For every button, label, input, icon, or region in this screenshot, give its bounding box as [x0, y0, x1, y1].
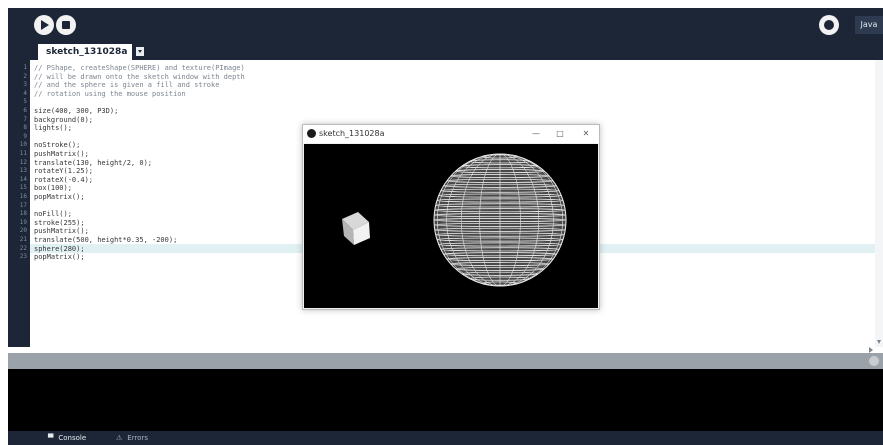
- line-number: 14: [19, 175, 27, 183]
- code-line[interactable]: pushMatrix();: [34, 150, 89, 158]
- line-number: 5: [23, 98, 27, 106]
- code-line[interactable]: popMatrix();: [34, 193, 85, 201]
- line-number: 18: [19, 210, 27, 218]
- status-bar: [8, 353, 883, 369]
- toolbar: Java: [8, 8, 883, 42]
- code-line[interactable]: size(400, 300, P3D);: [34, 107, 118, 115]
- code-line[interactable]: translate(500, height*0.35, -200);: [34, 236, 177, 244]
- line-number: 15: [19, 184, 27, 192]
- code-line[interactable]: // PShape, createShape(SPHERE) and textu…: [34, 64, 245, 72]
- tab-errors[interactable]: ⚠ Errors: [116, 433, 148, 443]
- line-number: 7: [23, 115, 27, 123]
- tab-menu-arrow-icon[interactable]: [136, 47, 144, 56]
- line-number: 23: [19, 253, 27, 261]
- bottom-tab-bar: ▀ Console ⚠ Errors: [8, 431, 883, 445]
- line-number: 20: [19, 227, 27, 235]
- line-number: 10: [19, 141, 27, 149]
- line-number: 2: [23, 72, 27, 80]
- tab-console-label: Console: [58, 434, 87, 442]
- line-number: 12: [19, 158, 27, 166]
- close-button[interactable]: ✕: [579, 128, 593, 140]
- line-number: 13: [19, 167, 27, 175]
- code-line[interactable]: background(0);: [34, 116, 93, 124]
- line-number: 11: [19, 150, 27, 157]
- editor-tab-bar: sketch_131028a: [8, 42, 883, 60]
- stop-button[interactable]: [56, 15, 76, 35]
- tab-errors-label: Errors: [127, 434, 148, 442]
- code-line[interactable]: rotateX(-0.4);: [34, 176, 93, 184]
- debug-mode-button[interactable]: [819, 15, 839, 35]
- code-line[interactable]: box(100);: [34, 184, 72, 192]
- sketch-canvas[interactable]: [304, 144, 598, 308]
- maximize-button[interactable]: □: [553, 128, 567, 140]
- scroll-down-arrow-icon[interactable]: [877, 340, 881, 344]
- code-line[interactable]: noFill();: [34, 210, 72, 218]
- tab-sketch[interactable]: sketch_131028a: [38, 44, 132, 60]
- line-number: 17: [19, 201, 27, 209]
- line-number: 19: [19, 218, 27, 226]
- line-number: 3: [23, 81, 27, 89]
- line-number: 8: [23, 124, 27, 132]
- warning-icon: ⚠: [116, 434, 123, 442]
- line-number-gutter: 1 2 3 4 5 6 7 8 9 10 11 12 13 14 15 16 17 18 19 20 21 22 23: [8, 60, 30, 347]
- console-output[interactable]: [8, 369, 883, 431]
- sketch-window-title: sketch_131028a: [319, 129, 385, 138]
- code-line[interactable]: pushMatrix();: [34, 227, 89, 235]
- processing-logo-icon: [307, 129, 316, 138]
- code-line[interactable]: translate(130, height/2, 0);: [34, 159, 152, 167]
- mode-selector[interactable]: Java: [855, 16, 883, 34]
- sketch-window[interactable]: sketch_131028a — □ ✕: [302, 124, 600, 310]
- line-number: 4: [23, 89, 27, 97]
- line-number: 9: [23, 132, 27, 140]
- line-number: 6: [23, 107, 27, 114]
- vertical-scrollbar[interactable]: [875, 60, 883, 347]
- code-line[interactable]: popMatrix();: [34, 253, 85, 261]
- tab-console[interactable]: ▀ Console: [48, 433, 86, 443]
- minimize-button[interactable]: —: [529, 128, 543, 140]
- code-line[interactable]: rotateY(1.25);: [34, 167, 93, 175]
- line-number: 16: [19, 193, 27, 200]
- code-line[interactable]: // and the sphere is given a fill and st…: [34, 81, 219, 89]
- code-line[interactable]: stroke(255);: [34, 219, 85, 227]
- code-line[interactable]: // will be drawn onto the sketch window …: [34, 73, 245, 81]
- line-number: 22: [19, 244, 27, 252]
- code-line[interactable]: // rotation using the mouse position: [34, 90, 186, 98]
- line-number: 21: [19, 236, 27, 243]
- console-icon: ▀: [48, 434, 54, 442]
- run-button[interactable]: [34, 15, 54, 35]
- code-line[interactable]: lights();: [34, 124, 72, 132]
- code-line[interactable]: sphere(280);: [34, 245, 85, 253]
- line-number: 1: [23, 64, 27, 71]
- status-indicator: [869, 356, 879, 366]
- code-line[interactable]: noStroke();: [34, 141, 80, 149]
- wireframe-sphere: [433, 153, 567, 287]
- sketch-window-titlebar[interactable]: sketch_131028a — □ ✕: [303, 125, 599, 143]
